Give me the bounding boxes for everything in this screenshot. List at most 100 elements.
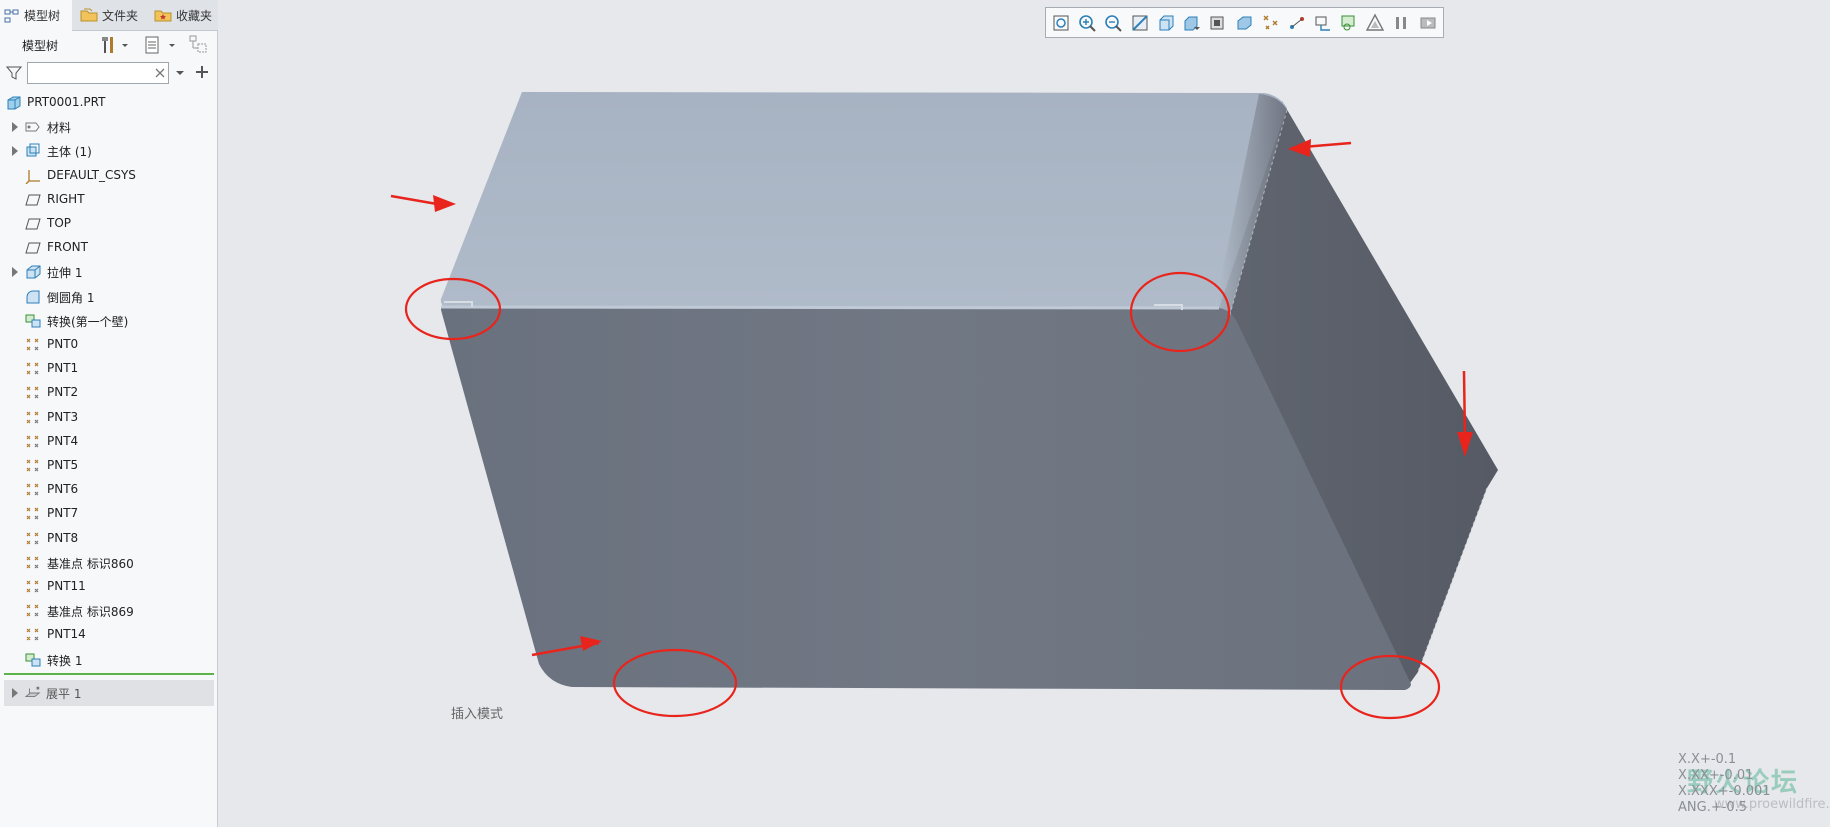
datum-point-icon <box>26 459 39 472</box>
tree-item[interactable]: FRONT <box>0 236 216 260</box>
tree-item[interactable]: PNT5 <box>0 454 216 478</box>
tab-model-tree[interactable]: 模型树 <box>0 0 72 31</box>
tree-item-label: PNT1 <box>47 361 79 376</box>
tree-item[interactable]: 基准点 标识869 <box>0 599 216 623</box>
tree-item[interactable]: 主体 (1) <box>0 139 216 163</box>
tab-label: 模型树 <box>24 9 61 23</box>
model-edge-highlight <box>440 305 1220 310</box>
tree-item-label: 转换(第一个壁) <box>47 314 129 329</box>
tree-item-label: PNT11 <box>47 579 86 593</box>
expand-arrow-icon[interactable] <box>12 122 18 133</box>
tree-item[interactable]: PNT1 <box>0 357 216 381</box>
tree-item[interactable]: PNT0 <box>0 333 216 357</box>
refit-button[interactable] <box>1050 12 1072 34</box>
pause-icon <box>1396 16 1407 29</box>
graphics-area[interactable]: 插入模式 野火论坛 www.proewildfire.cn X.X+-0.1 X… <box>219 0 1830 827</box>
tab-favorites[interactable]: 收藏夹 <box>150 0 218 30</box>
tree-item[interactable]: PNT4 <box>0 430 216 454</box>
sheetmetal-button[interactable] <box>1338 12 1360 34</box>
tree-item[interactable]: PNT8 <box>0 527 216 551</box>
tree-item[interactable]: DEFAULT_CSYS <box>0 164 216 188</box>
tree-item-label: PNT4 <box>47 433 79 448</box>
tree-item[interactable]: 转换 1 <box>0 648 216 672</box>
pause-button[interactable] <box>1390 12 1412 34</box>
datum-plane-icon <box>25 242 41 254</box>
tree-item[interactable]: 拉伸 1 <box>0 260 216 284</box>
expand-arrow-icon[interactable] <box>12 688 18 698</box>
tree-options-icon <box>189 35 207 53</box>
datum-point-icon <box>26 628 39 641</box>
zoom-out-button[interactable] <box>1102 12 1124 34</box>
view-manager-icon <box>1210 16 1224 29</box>
expand-arrow-icon[interactable] <box>12 267 18 278</box>
clear-icon[interactable] <box>155 68 165 78</box>
tree-item-label: TOP <box>47 216 72 230</box>
view-toolbar <box>1045 7 1444 38</box>
tree-item-flatten[interactable]: 展平 1 <box>4 680 214 706</box>
tree-item-label: PNT2 <box>47 385 79 400</box>
settings-button[interactable] <box>100 34 130 56</box>
tree-filter-options-button[interactable] <box>188 34 210 56</box>
tree-item-label: PNT3 <box>47 409 79 424</box>
datum-point-icon <box>26 435 39 448</box>
sheetmetal-icon <box>1341 15 1355 30</box>
tree-item[interactable]: PNT6 <box>0 478 216 502</box>
playback-button[interactable] <box>1417 12 1439 34</box>
search-input[interactable] <box>27 62 169 84</box>
model-tree-panel: 模型树 文件夹 收藏夹 模型树 PRT0001.PRT 材料主体 (1) DEFAU… <box>0 0 218 827</box>
round-icon <box>26 290 40 304</box>
body-icon <box>26 143 40 157</box>
tree-item[interactable]: RIGHT <box>0 188 216 212</box>
tree-item-label: PNT14 <box>47 627 86 642</box>
annotation-button[interactable] <box>1286 12 1308 34</box>
tree-root-part[interactable]: PRT0001.PRT <box>0 91 216 115</box>
convert-icon <box>25 653 41 667</box>
filter-icon[interactable] <box>6 65 22 81</box>
tree-item-label: 基准点 标识869 <box>47 605 134 620</box>
favorites-icon <box>154 10 172 22</box>
tree-item[interactable]: PNT7 <box>0 502 216 526</box>
tree-header: 模型树 <box>0 31 218 59</box>
tree-item-label: RIGHT <box>47 191 85 206</box>
tree-item[interactable]: PNT3 <box>0 406 216 430</box>
spin-center-button[interactable] <box>1312 12 1334 34</box>
zoom-in-button[interactable] <box>1076 12 1098 34</box>
part-icon <box>7 96 21 110</box>
repaint-button[interactable] <box>1129 12 1151 34</box>
tree-item[interactable]: TOP <box>0 212 216 236</box>
tab-folder-browser[interactable]: 文件夹 <box>76 0 144 30</box>
tree-item[interactable]: 材料 <box>0 115 216 139</box>
tolerance-line: X.XXX+-0.001 <box>1678 784 1771 799</box>
annotation-icon <box>1289 16 1304 29</box>
tree-item[interactable]: 倒圆角 1 <box>0 285 216 309</box>
perspective-icon <box>1237 16 1252 29</box>
tree-item[interactable]: 基准点 标识860 <box>0 551 216 575</box>
add-icon[interactable] <box>195 65 209 79</box>
datum-point-icon <box>26 483 39 496</box>
tree-item-label: 转换 1 <box>47 653 83 668</box>
tree-item-label: 倒圆角 1 <box>47 290 95 305</box>
view-manager-button[interactable] <box>1207 12 1229 34</box>
shading-button[interactable] <box>1364 12 1386 34</box>
expand-arrow-icon[interactable] <box>12 146 18 157</box>
tab-label: 收藏夹 <box>176 8 213 23</box>
perspective-button[interactable] <box>1233 12 1255 34</box>
tree-item[interactable]: PNT14 <box>0 623 216 647</box>
datum-point-icon <box>26 580 39 593</box>
tree-item[interactable]: PNT2 <box>0 381 216 405</box>
playback-icon <box>1420 17 1436 28</box>
chevron-down-icon[interactable] <box>175 68 185 78</box>
model-tree-icon <box>4 9 19 22</box>
display-style-button[interactable] <box>1155 12 1177 34</box>
insert-here-marker[interactable] <box>4 673 214 675</box>
datum-point-icon <box>26 604 39 617</box>
tree-item[interactable]: PNT11 <box>0 575 216 599</box>
tree-item-label: 主体 (1) <box>47 145 92 160</box>
show-button[interactable] <box>143 34 177 56</box>
extrude-icon <box>26 265 41 279</box>
saved-views-button[interactable] <box>1181 12 1203 34</box>
datum-point-icon <box>26 556 39 569</box>
filter-row <box>0 59 218 89</box>
tree-item[interactable]: 转换(第一个壁) <box>0 309 216 333</box>
datum-display-button[interactable] <box>1260 12 1282 34</box>
